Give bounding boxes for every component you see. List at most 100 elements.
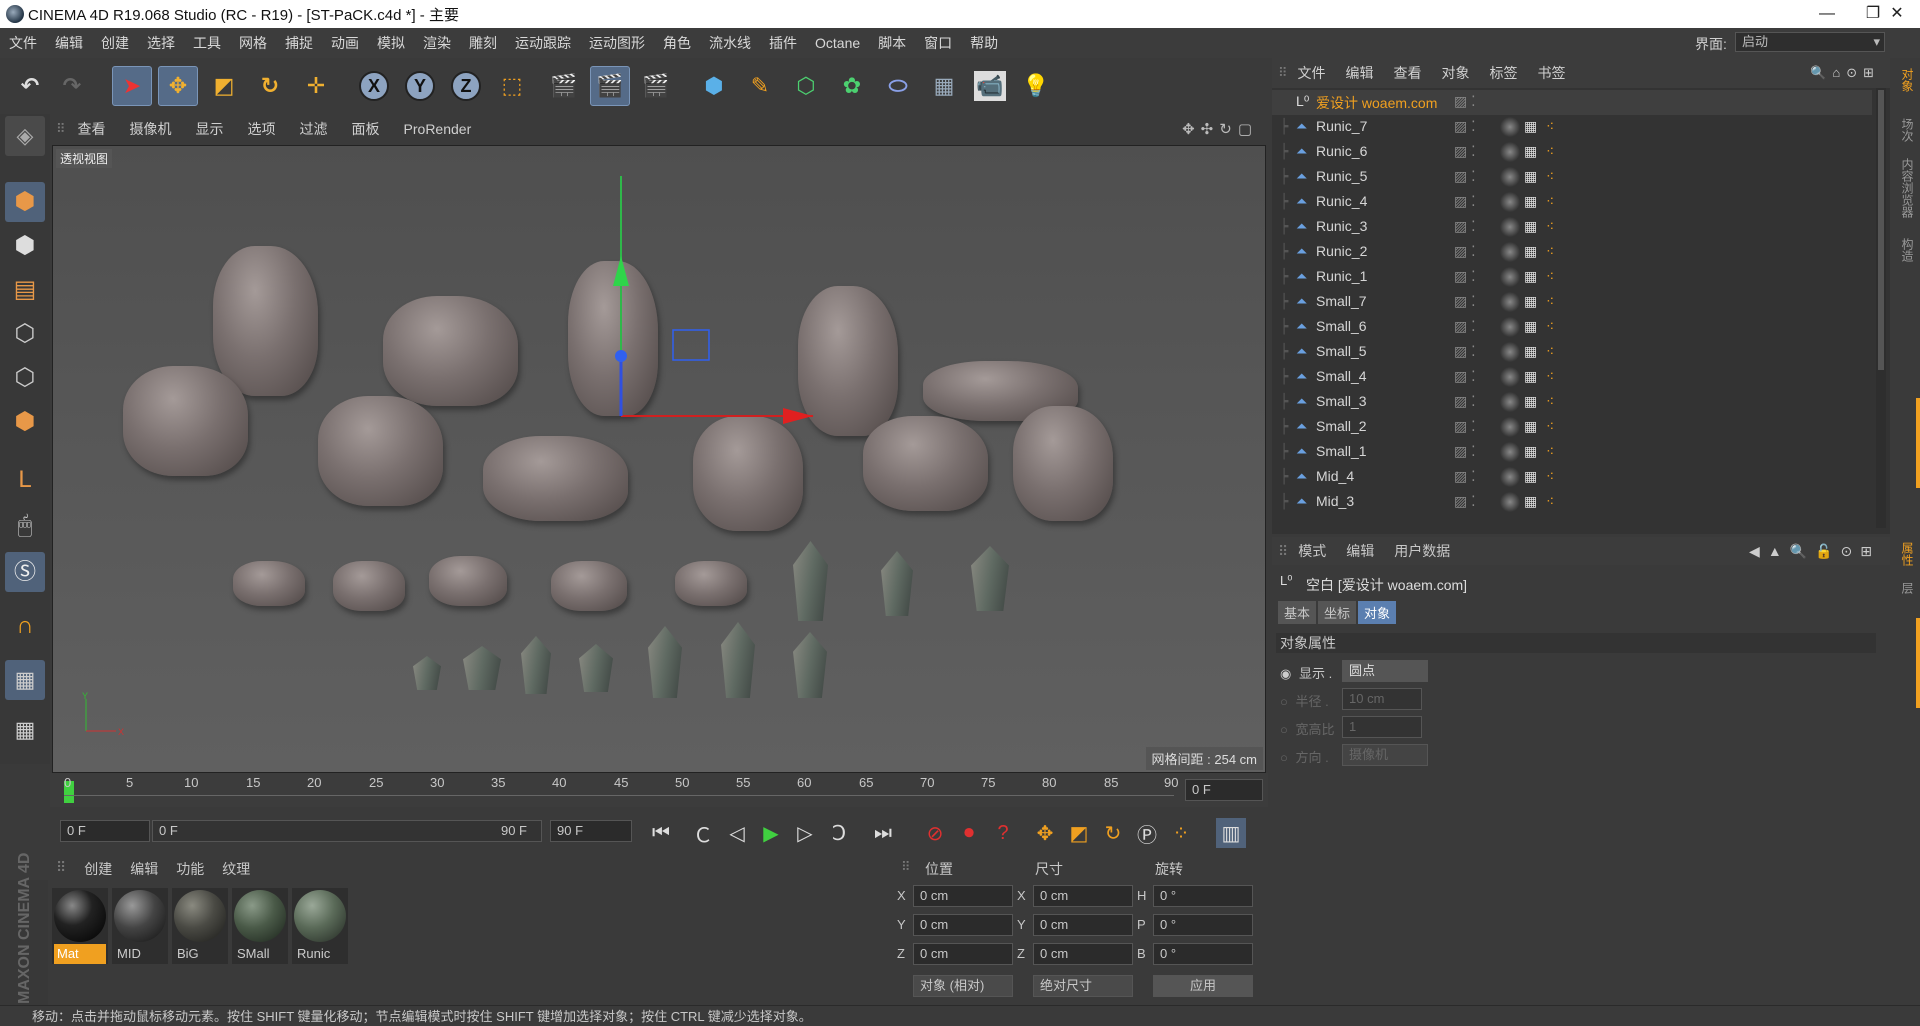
vp-menu-options[interactable]: 选项 (236, 119, 288, 139)
visibility-toggle[interactable]: ▨ ⁚ (1454, 243, 1476, 260)
visibility-toggle[interactable]: ▨ ⁚ (1454, 468, 1476, 485)
rock-small-4[interactable] (551, 561, 627, 611)
phong-tag-icon[interactable]: ⁖ (1546, 168, 1554, 185)
mat-menu-edit[interactable]: 编辑 (130, 859, 158, 879)
floor-button[interactable]: ▦ (924, 66, 964, 106)
mat-menu-function[interactable]: 功能 (176, 859, 204, 879)
size-x-field[interactable]: 0 cm (1033, 885, 1133, 907)
phong-tag-icon[interactable]: ⁖ (1546, 468, 1554, 485)
menu-plugins[interactable]: 插件 (760, 33, 806, 53)
material-tag-icon[interactable] (1500, 167, 1520, 187)
runic-crystal-7[interactable] (579, 644, 613, 692)
visibility-toggle[interactable]: ▨ ⁚ (1454, 493, 1476, 510)
vp-menu-camera[interactable]: 摄像机 (118, 119, 184, 139)
rock-mid-2[interactable] (483, 436, 628, 521)
material-swatch[interactable]: Mat (52, 888, 108, 964)
menu-script[interactable]: 脚本 (869, 33, 915, 53)
rock-small-5[interactable] (675, 561, 747, 606)
material-tag-icon[interactable] (1500, 417, 1520, 437)
uv-tag-icon[interactable]: ▦ (1524, 443, 1537, 460)
menu-snap[interactable]: 捕捉 (276, 33, 322, 53)
uv-tag-icon[interactable]: ▦ (1524, 193, 1537, 210)
visibility-toggle[interactable]: ▨ ⁚ (1454, 418, 1476, 435)
menu-create[interactable]: 创建 (92, 33, 138, 53)
material-tag-icon[interactable] (1500, 142, 1520, 162)
visibility-toggle[interactable]: ▨ ⁚ (1454, 368, 1476, 385)
mat-menu-create[interactable]: 创建 (84, 859, 112, 879)
runic-crystal-9[interactable] (721, 622, 755, 698)
minimize-button[interactable]: — (1804, 0, 1850, 28)
close-button[interactable]: ✕ (1874, 0, 1920, 28)
move-gizmo[interactable] (613, 176, 873, 426)
side-tab-takes[interactable]: 场次 (1896, 118, 1916, 142)
tree-row[interactable]: ┝ ⏶ Small_6 ▨ ⁚ ▦ ⁖ (1272, 315, 1872, 340)
coord-mode-select[interactable]: 对象 (相对) (913, 975, 1013, 997)
rock-small-3[interactable] (429, 556, 507, 606)
menu-mograph[interactable]: 运动图形 (580, 33, 654, 53)
size-z-field[interactable]: 0 cm (1033, 943, 1133, 965)
edges-mode-button[interactable]: ⬡ (5, 358, 45, 398)
phong-tag-icon[interactable]: ⁖ (1546, 243, 1554, 260)
phong-tag-icon[interactable]: ⁖ (1546, 393, 1554, 410)
rotation-b-field[interactable]: 0 ° (1153, 943, 1253, 965)
vp-menu-prorender[interactable]: ProRender (392, 121, 484, 137)
phong-tag-icon[interactable]: ⁖ (1546, 418, 1554, 435)
perspective-viewport[interactable]: Y X 网格间距 : 254 cm (52, 145, 1266, 773)
play-button[interactable]: ▶ (756, 818, 786, 848)
layout-select[interactable]: 启动 ▾ (1735, 32, 1885, 52)
om-menu-tags[interactable]: 标签 (1480, 63, 1528, 83)
vp-menu-panel[interactable]: 面板 (340, 119, 392, 139)
phong-tag-icon[interactable]: ⁖ (1546, 493, 1554, 510)
menu-sculpt[interactable]: 雕刻 (460, 33, 506, 53)
key-scale-button[interactable]: ◩ (1064, 818, 1094, 848)
phong-tag-icon[interactable]: ⁖ (1546, 218, 1554, 235)
tree-row[interactable]: ┝ ⏶ Runic_2 ▨ ⁚ ▦ ⁖ (1272, 240, 1872, 265)
viewport-nav-icons[interactable]: ✥✣↻▢ (1182, 120, 1258, 138)
select-tool-button[interactable]: ➤ (112, 66, 152, 106)
tree-row[interactable]: ┝ ⏶ Runic_5 ▨ ⁚ ▦ ⁖ (1272, 165, 1872, 190)
tree-row[interactable]: ┝ ⏶ Runic_6 ▨ ⁚ ▦ ⁖ (1272, 140, 1872, 165)
tree-row-root[interactable]: L⁰ 爱设计 woaem.com ▨ ⁚ (1272, 90, 1872, 115)
material-tag-icon[interactable] (1500, 367, 1520, 387)
timeline-ruler[interactable]: 0 5 10 15 20 25 30 35 40 45 50 55 60 65 … (50, 773, 1268, 807)
runic-crystal-1[interactable] (793, 541, 828, 621)
visibility-toggle[interactable]: ▨ ⁚ (1454, 293, 1476, 310)
tab-basic[interactable]: 基本 (1278, 601, 1317, 624)
current-frame-field[interactable]: 0 F (1185, 779, 1263, 801)
phong-tag-icon[interactable]: ⁖ (1546, 268, 1554, 285)
snap-button[interactable]: ∩ (5, 606, 45, 646)
autokey-button[interactable]: ⏺ (954, 818, 984, 848)
frame-range-slider[interactable]: 0 F 90 F (152, 820, 542, 842)
menu-pipeline[interactable]: 流水线 (700, 33, 760, 53)
uv-tag-icon[interactable]: ▦ (1524, 143, 1537, 160)
tab-object[interactable]: 对象 (1358, 601, 1397, 624)
om-menu-view[interactable]: 查看 (1384, 63, 1432, 83)
side-tab-objects[interactable]: 对象 (1896, 68, 1916, 92)
rock-small-1[interactable] (233, 561, 305, 606)
menu-octane[interactable]: Octane (806, 35, 869, 51)
position-x-field[interactable]: 0 cm (913, 885, 1013, 907)
runic-crystal-2[interactable] (881, 551, 913, 616)
om-menu-edit[interactable]: 编辑 (1336, 63, 1384, 83)
aspect-field[interactable]: 1 (1342, 716, 1422, 738)
tree-row[interactable]: ┝ ⏶ Small_7 ▨ ⁚ ▦ ⁖ (1272, 290, 1872, 315)
menu-help[interactable]: 帮助 (961, 33, 1007, 53)
make-editable-button[interactable]: ◈ (5, 116, 45, 156)
orientation-select[interactable]: 摄像机 (1342, 744, 1428, 766)
polygons-mode-button[interactable]: ⬢ (5, 402, 45, 442)
uv-tag-icon[interactable]: ▦ (1524, 268, 1537, 285)
uv-tag-icon[interactable]: ▦ (1524, 318, 1537, 335)
vp-menu-display[interactable]: 显示 (184, 119, 236, 139)
menu-character[interactable]: 角色 (654, 33, 700, 53)
phong-tag-icon[interactable]: ⁖ (1546, 143, 1554, 160)
go-to-start-button[interactable]: ⏮ (646, 818, 676, 848)
tweak-mode-button[interactable]: 🖱 (5, 506, 45, 546)
am-toolbar-icons[interactable]: ◀▲🔍🔓⊙⊞ (1749, 543, 1880, 560)
tree-row[interactable]: ┝ ⏶ Mid_3 ▨ ⁚ ▦ ⁖ (1272, 490, 1872, 515)
tree-row[interactable]: ┝ ⏶ Small_4 ▨ ⁚ ▦ ⁖ (1272, 365, 1872, 390)
material-swatch[interactable]: SMall (232, 888, 288, 964)
side-tab-attributes[interactable]: 属性 (1896, 542, 1916, 566)
uv-tag-icon[interactable]: ▦ (1524, 118, 1537, 135)
live-select-button[interactable]: ✛ (296, 66, 336, 106)
pen-spline-button[interactable]: ✎ (740, 66, 780, 106)
